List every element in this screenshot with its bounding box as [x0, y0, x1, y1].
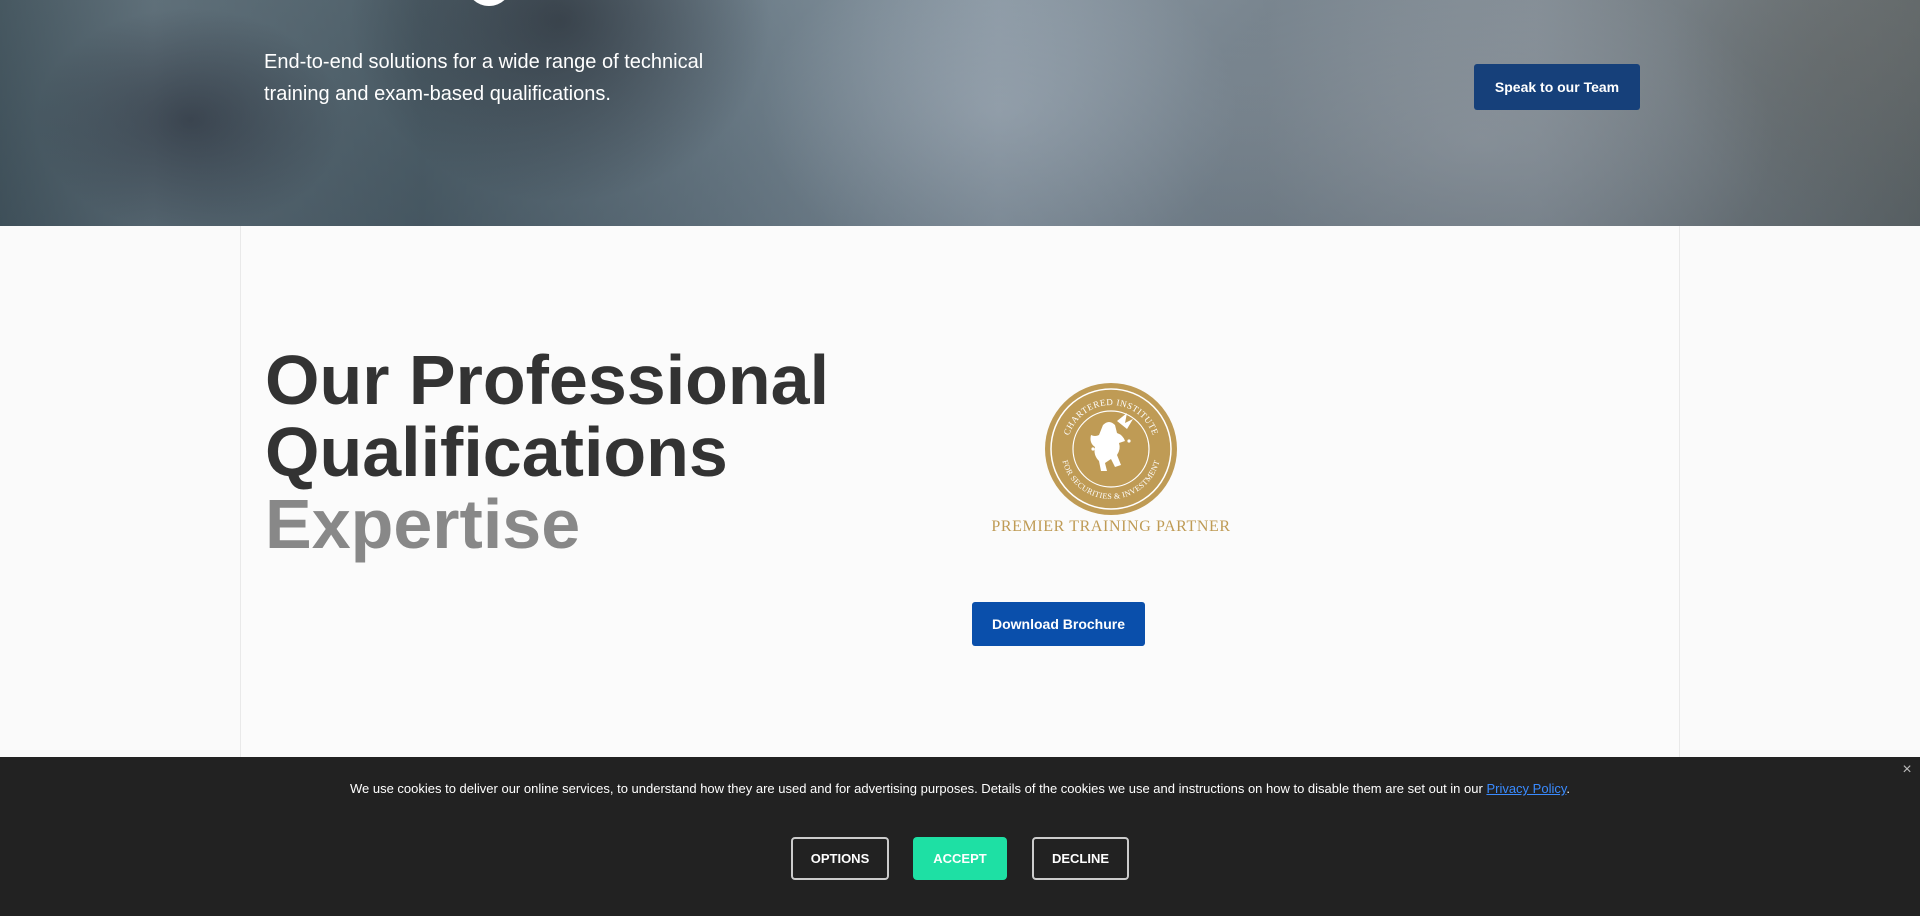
title-line-2: Qualifications	[265, 413, 728, 491]
privacy-policy-link[interactable]: Privacy Policy	[1486, 781, 1566, 796]
close-icon[interactable]: ×	[1898, 761, 1916, 779]
cookie-decline-button[interactable]: DECLINE	[1032, 837, 1129, 880]
cisi-seal-logo: CHARTERED INSTITUTE FOR SECURITIES & INV…	[1045, 383, 1177, 515]
cookie-message-text: We use cookies to deliver our online ser…	[349, 781, 1483, 796]
speak-to-team-button[interactable]: Speak to our Team	[1474, 64, 1640, 110]
download-brochure-button[interactable]: Download Brochure	[972, 602, 1145, 646]
hero-banner: End-to-end solutions for a wide range of…	[0, 0, 1920, 226]
hero-heading-fragment	[466, 0, 512, 6]
cookie-message: We use cookies to deliver our online ser…	[0, 781, 1920, 796]
cookie-accept-button[interactable]: ACCEPT	[913, 837, 1007, 880]
hero-subtitle: End-to-end solutions for a wide range of…	[264, 51, 704, 105]
qualifications-title: Our Professional Qualifications Expertis…	[265, 344, 829, 560]
premier-training-partner-label: PREMIER TRAINING PARTNER	[991, 518, 1231, 535]
cookie-banner: × We use cookies to deliver our online s…	[0, 757, 1920, 916]
cookie-options-button[interactable]: OPTIONS	[791, 837, 889, 880]
cookie-message-period: .	[1566, 781, 1571, 796]
title-line-1: Our Professional	[265, 341, 830, 419]
title-line-3: Expertise	[265, 485, 581, 563]
